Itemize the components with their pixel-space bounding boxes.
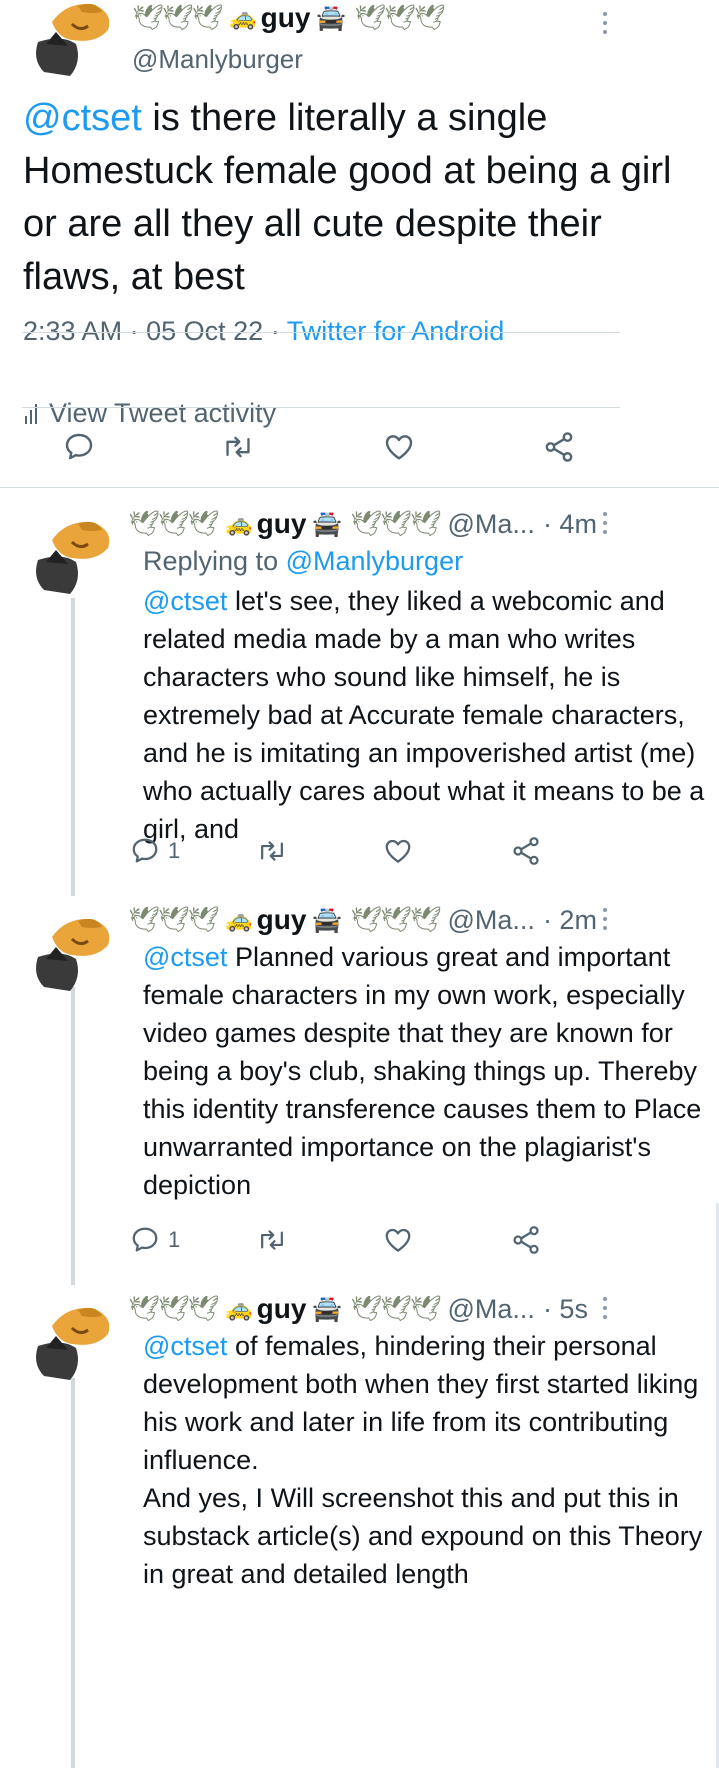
tweet-time: · 4m bbox=[542, 508, 597, 539]
thread-line bbox=[71, 598, 75, 896]
reply-text-continued: And yes, I Will screenshot this and put … bbox=[143, 1483, 703, 1589]
retweet-icon bbox=[261, 1230, 283, 1250]
replying-to-link[interactable]: @Manlyburger bbox=[286, 546, 463, 576]
like-button[interactable] bbox=[383, 836, 413, 866]
tweet-time: · 5s bbox=[542, 1293, 588, 1324]
reply-header[interactable]: 🕊🕊🕊 🚕 guy 🚔 🕊🕊🕊 @Ma... · 4m bbox=[128, 508, 597, 540]
police-car-emoji: 🚔 bbox=[312, 1295, 343, 1323]
heart-icon bbox=[385, 1228, 411, 1252]
taxi-emoji: 🚕 bbox=[225, 511, 253, 536]
mention-link[interactable]: @ctset bbox=[143, 1331, 227, 1361]
reply-icon bbox=[132, 838, 158, 863]
share-icon bbox=[513, 837, 539, 865]
retweet-icon bbox=[226, 436, 250, 458]
display-name[interactable]: guy bbox=[257, 904, 307, 936]
avatar[interactable] bbox=[22, 0, 112, 86]
tweet-time: 2:33 AM bbox=[23, 316, 123, 346]
mention-link[interactable]: @ctset bbox=[143, 586, 227, 616]
heart-icon bbox=[385, 435, 413, 460]
display-name[interactable]: guy bbox=[261, 2, 311, 34]
reply-button[interactable]: 1 bbox=[130, 1225, 180, 1255]
reply-button[interactable] bbox=[63, 431, 95, 463]
display-name[interactable]: guy bbox=[257, 508, 307, 540]
mention-link[interactable]: @ctset bbox=[23, 97, 142, 139]
reply-text: @ctset of females, hindering their perso… bbox=[143, 1331, 703, 1589]
divider bbox=[0, 487, 719, 488]
retweet-button[interactable] bbox=[221, 431, 255, 463]
display-name[interactable]: guy bbox=[257, 1293, 307, 1325]
reply-header[interactable]: 🕊🕊🕊 🚕 guy 🚔 🕊🕊🕊 @Ma... · 5s bbox=[128, 1293, 588, 1325]
reply-header[interactable]: 🕊🕊🕊 🚕 guy 🚔 🕊🕊🕊 @Ma... · 2m bbox=[128, 904, 597, 936]
replying-to: Replying to @Manlyburger bbox=[143, 546, 464, 576]
dove-emoji-group: 🕊🕊🕊 bbox=[350, 1294, 441, 1323]
reply-button[interactable]: 1 bbox=[130, 836, 180, 866]
dove-emoji-group: 🕊🕊🕊 bbox=[350, 509, 441, 538]
share-button[interactable] bbox=[510, 835, 542, 867]
like-button[interactable] bbox=[383, 431, 415, 463]
dove-emoji-group: 🕊🕊🕊 bbox=[128, 905, 219, 934]
taxi-emoji: 🚕 bbox=[229, 5, 257, 30]
reply-icon bbox=[132, 1227, 158, 1252]
tweet-date: 05 Oct 22 bbox=[146, 316, 264, 346]
retweet-icon bbox=[261, 841, 283, 861]
author-handle[interactable]: @Ma... bbox=[448, 509, 535, 540]
divider bbox=[22, 407, 620, 408]
reply-count: 1 bbox=[168, 1227, 181, 1252]
reply-text: @ctset let's see, they liked a webcomic … bbox=[143, 586, 705, 844]
author-handle[interactable]: @Ma... bbox=[448, 905, 535, 936]
dove-emoji-group: 🕊🕊🕊 bbox=[354, 3, 445, 32]
taxi-emoji: 🚕 bbox=[225, 907, 253, 932]
retweet-button[interactable] bbox=[256, 1225, 288, 1255]
share-icon bbox=[545, 432, 573, 462]
heart-icon bbox=[385, 839, 411, 863]
author-handle[interactable]: @Ma... bbox=[448, 1294, 535, 1325]
police-car-emoji: 🚔 bbox=[316, 4, 347, 32]
reply-text: @ctset Planned various great and importa… bbox=[143, 942, 702, 1200]
police-car-emoji: 🚔 bbox=[312, 510, 343, 538]
share-icon bbox=[513, 1226, 539, 1254]
more-options-icon[interactable] bbox=[600, 512, 610, 534]
dove-emoji-group: 🕊🕊🕊 bbox=[132, 3, 223, 32]
author-name-row[interactable]: 🕊🕊🕊 🚕 guy 🚔 🕊🕊🕊 bbox=[132, 2, 446, 34]
mention-link[interactable]: @ctset bbox=[143, 942, 227, 972]
like-button[interactable] bbox=[383, 1225, 413, 1255]
thread-line bbox=[71, 987, 75, 1285]
share-button[interactable] bbox=[510, 1224, 542, 1256]
activity-label: View Tweet activity bbox=[49, 398, 277, 428]
retweet-button[interactable] bbox=[256, 836, 288, 866]
avatar[interactable] bbox=[22, 897, 112, 1001]
more-options-icon[interactable] bbox=[600, 1297, 610, 1319]
more-options-icon[interactable] bbox=[600, 908, 610, 930]
author-handle[interactable]: @Manlyburger bbox=[132, 44, 303, 75]
dove-emoji-group: 🕊🕊🕊 bbox=[350, 905, 441, 934]
tweet-source-link[interactable]: Twitter for Android bbox=[287, 316, 505, 346]
avatar[interactable] bbox=[22, 1286, 112, 1390]
dove-emoji-group: 🕊🕊🕊 bbox=[128, 1294, 219, 1323]
tweet-text: @ctset is there literally a single Homes… bbox=[23, 97, 672, 298]
view-tweet-activity-link[interactable]: View Tweet activity bbox=[25, 398, 276, 429]
avatar[interactable] bbox=[22, 500, 112, 604]
police-car-emoji: 🚔 bbox=[312, 906, 343, 934]
reply-count: 1 bbox=[168, 838, 181, 863]
thread-line bbox=[71, 1378, 75, 1768]
divider bbox=[22, 332, 620, 333]
tweet-time: · 2m bbox=[542, 904, 597, 935]
more-options-icon[interactable] bbox=[600, 12, 610, 34]
share-button[interactable] bbox=[542, 430, 576, 464]
reply-icon bbox=[65, 433, 93, 460]
dove-emoji-group: 🕊🕊🕊 bbox=[128, 509, 219, 538]
taxi-emoji: 🚕 bbox=[225, 1296, 253, 1321]
